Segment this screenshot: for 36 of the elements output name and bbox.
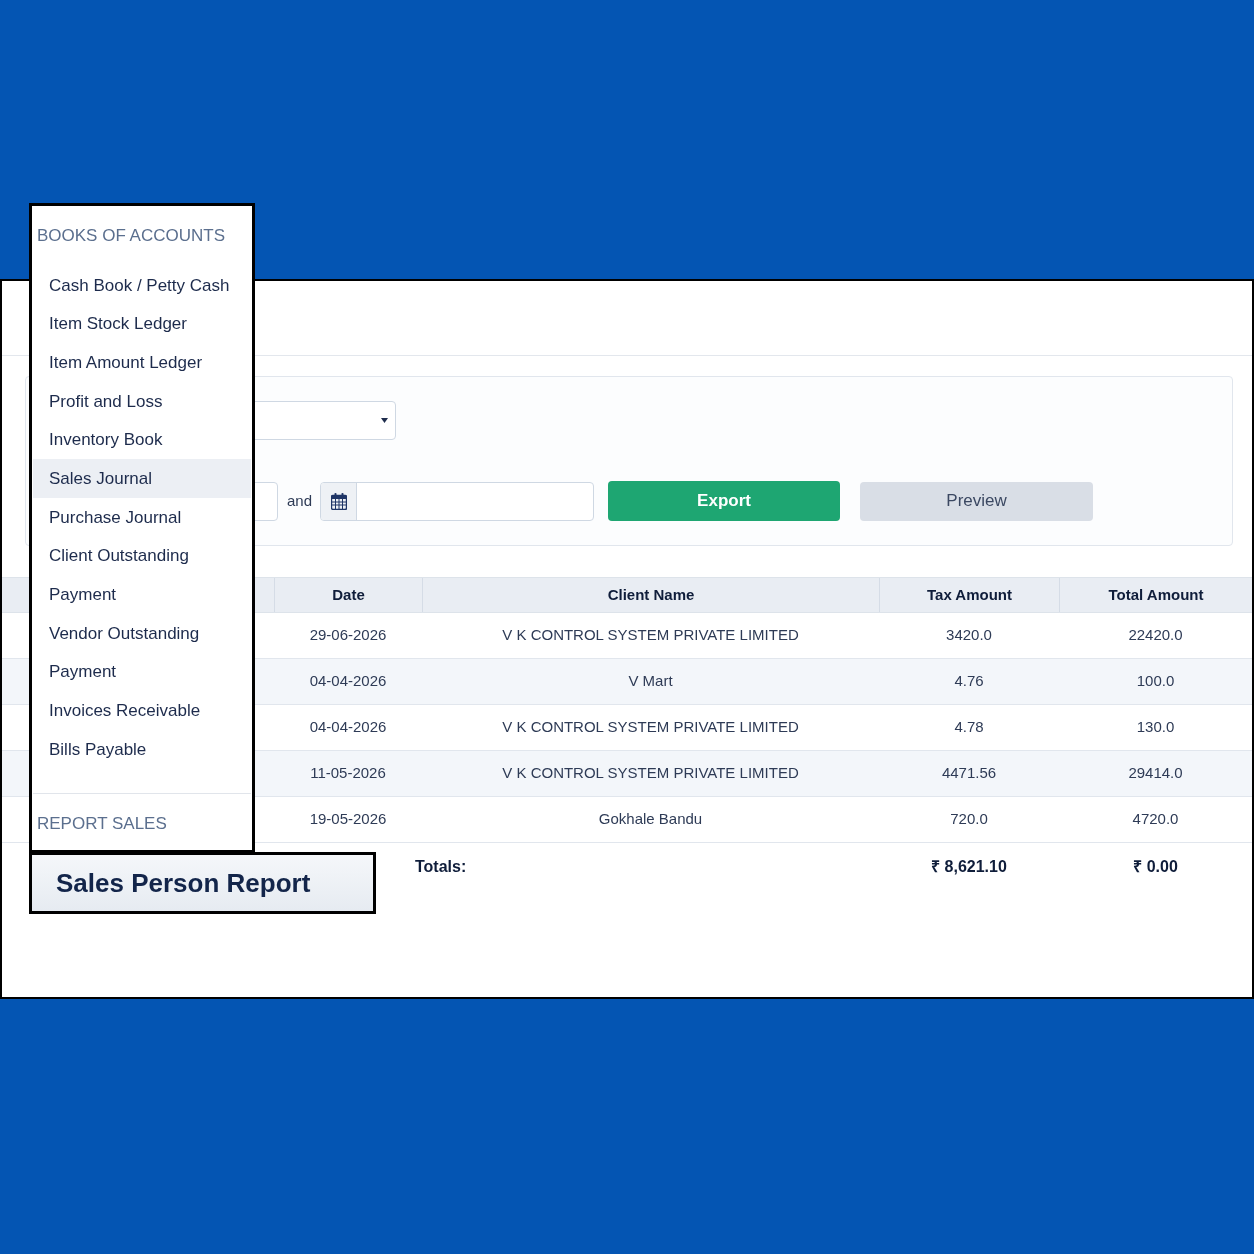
table-cell-text: 4720.0: [1131, 809, 1180, 830]
table-cell-text: V K CONTROL SYSTEM PRIVATE LIMITED: [501, 763, 800, 784]
table-cell-text: 11-05-2026: [309, 763, 387, 784]
menu-item[interactable]: Sales Journal: [33, 459, 251, 499]
conjunction-label: and: [287, 490, 313, 511]
totals-value: ₹ 0.00: [1132, 857, 1179, 877]
table-cell-text: 19-05-2026: [308, 809, 388, 830]
date-field[interactable]: [320, 481, 595, 521]
preview-button[interactable]: Preview: [860, 481, 1094, 521]
column-header: Total Amount: [1059, 578, 1252, 612]
totals-value: ₹ 8,621.10: [930, 857, 1008, 877]
table-cell-text: 29414.0: [1127, 763, 1184, 784]
table-cell-text: 29-06-2026: [308, 625, 388, 646]
table-cell-text: 720.0: [949, 809, 989, 830]
column-header: Date: [274, 578, 422, 612]
highlighted-menu-item[interactable]: Sales Person Report: [29, 852, 376, 914]
table-cell-text: 04-04-2026: [308, 671, 388, 692]
table-cell-text: 100.0: [1135, 671, 1176, 692]
column-header: Tax Amount: [879, 578, 1059, 612]
calendar-icon: [330, 492, 347, 510]
table-cell-text: V Mart: [627, 671, 674, 692]
caret-icon: [381, 418, 388, 423]
table-cell-text: 4471.56: [940, 763, 998, 784]
column-header: Client Name: [422, 578, 879, 612]
table-cell-text: 22420.0: [1127, 625, 1184, 646]
table-cell-text: 04-04-2026: [308, 717, 388, 738]
totals-label: Totals:: [415, 857, 467, 877]
table-cell-text: 4.76: [953, 671, 985, 692]
table-cell-text: V K CONTROL SYSTEM PRIVATE LIMITED: [501, 717, 800, 738]
table-cell-text: Gokhale Bandu: [597, 809, 704, 830]
table-cell-text: 3420.0: [945, 625, 993, 646]
table-cell-text: 4.78: [953, 717, 985, 738]
menu-heading: BOOKS OF ACCOUNTS: [36, 225, 226, 247]
table-cell-text: 130.0: [1135, 717, 1176, 738]
menu-heading: REPORT SALES: [36, 812, 168, 835]
table-cell-text: V K CONTROL SYSTEM PRIVATE LIMITED: [501, 625, 800, 646]
